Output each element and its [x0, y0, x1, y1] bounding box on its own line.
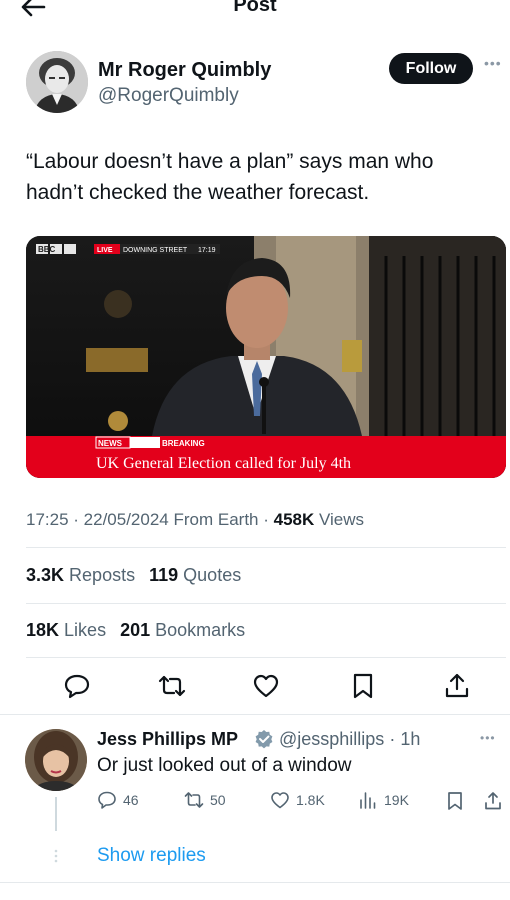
more-horizontal-icon[interactable]: •••	[484, 55, 502, 71]
verified-badge-icon	[255, 730, 273, 749]
divider	[26, 657, 506, 658]
likes-stat[interactable]: 18K Likes	[26, 620, 106, 640]
post-text: “Labour doesn’t have a plan” says man wh…	[26, 150, 434, 204]
more-horizontal-icon[interactable]: •••	[480, 731, 496, 745]
broadcast-time: 17:19	[198, 247, 216, 254]
author-handle[interactable]: @RogerQuimbly	[98, 85, 239, 107]
bbc-logo-text: BBC	[38, 245, 56, 254]
reply-icon	[98, 791, 116, 809]
location-label: DOWNING STREET	[123, 247, 188, 254]
show-replies-link[interactable]: Show replies	[97, 845, 206, 867]
page-title: Post	[233, 0, 277, 16]
share-icon[interactable]	[443, 672, 471, 700]
top-bar: Post	[0, 0, 510, 24]
reply-views-button[interactable]: 19K	[358, 788, 409, 812]
like-icon[interactable]	[252, 672, 280, 700]
live-label: LIVE	[97, 247, 113, 254]
reply-likes-button[interactable]: 1.8K	[270, 788, 325, 812]
follow-button[interactable]: Follow	[389, 53, 473, 84]
author-name[interactable]: Mr Roger Quimbly	[98, 59, 271, 82]
post-date[interactable]: 22/05/2024	[84, 510, 169, 529]
reply-author-name[interactable]: Jess Phillips MP	[97, 729, 238, 750]
likes-bookmarks-stats: 18K Likes 201 Bookmarks	[26, 620, 254, 641]
divider	[26, 603, 506, 604]
author-avatar[interactable]	[26, 51, 88, 113]
post-source: From Earth	[173, 510, 259, 529]
media-headline: UK General Election called for July 4th	[96, 455, 351, 472]
bookmark-icon[interactable]	[349, 672, 377, 700]
reply-replies-count: 46	[123, 792, 139, 808]
reply-handle[interactable]: @jessphillips	[279, 729, 384, 749]
reply-likes-count: 1.8K	[296, 792, 325, 808]
reply-views-count: 19K	[384, 792, 409, 808]
share-icon[interactable]	[482, 790, 504, 812]
reply-replies-button[interactable]: 46	[97, 788, 139, 812]
reply-time: 1h	[400, 729, 421, 749]
reply-text: Or just looked out of a window	[97, 755, 352, 776]
quotes-stat[interactable]: 119 Quotes	[149, 565, 241, 585]
reposts-stat[interactable]: 3.3K Reposts	[26, 565, 135, 585]
post-action-bar	[0, 672, 510, 702]
repost-icon	[184, 792, 204, 808]
reply-icon[interactable]	[63, 672, 91, 700]
post-media[interactable]: BBC LIVE DOWNING STREET 17:19 NEWS BREAK…	[26, 236, 506, 478]
news-label: NEWS	[98, 439, 123, 448]
bookmarks-stat[interactable]: 201 Bookmarks	[120, 620, 245, 640]
breaking-label: BREAKING	[162, 439, 205, 448]
like-icon	[271, 792, 289, 809]
reply-item[interactable]: Jess Phillips MP @jessphillips · 1h ••• …	[0, 714, 510, 900]
repost-quote-stats: 3.3K Reposts 119 Quotes	[26, 565, 250, 586]
divider	[26, 547, 506, 548]
post-author: Mr Roger Quimbly @RogerQuimbly Follow ••…	[26, 51, 501, 115]
reply-action-bar: 46 50 1.8K 19K	[0, 788, 510, 812]
bookmark-icon[interactable]	[444, 790, 466, 812]
reply-reposts-button[interactable]: 50	[184, 788, 226, 812]
reply-avatar[interactable]	[25, 729, 87, 791]
more-vertical-icon	[54, 849, 58, 863]
reply-author-meta[interactable]: @jessphillips · 1h	[279, 729, 420, 750]
repost-icon[interactable]	[158, 672, 186, 700]
reply-reposts-count: 50	[210, 792, 226, 808]
divider	[0, 882, 510, 883]
post-meta: 17:25 · 22/05/2024 From Earth · 458K Vie…	[26, 510, 365, 529]
views-count: 458K	[273, 510, 315, 529]
views-chart-icon	[360, 792, 376, 809]
views-label: Views	[319, 510, 365, 529]
post-time[interactable]: 17:25	[26, 510, 69, 529]
